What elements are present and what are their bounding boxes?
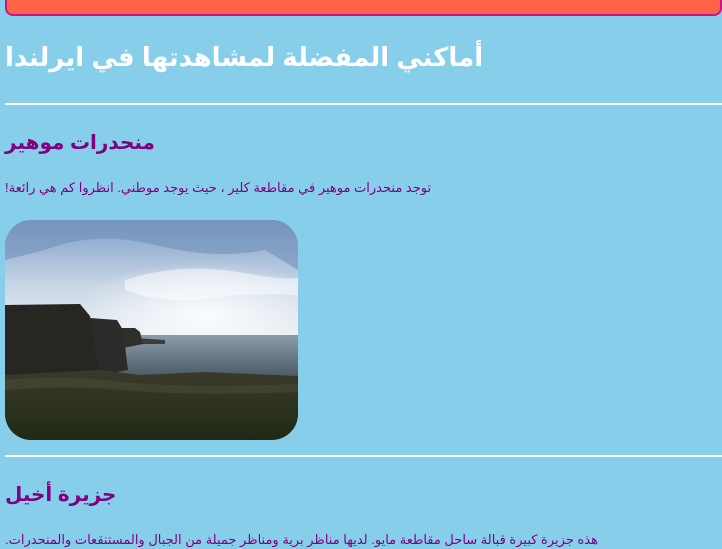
banner-text: أفضل الأماكن للسياحة في ايرلندا <box>197 0 373 12</box>
section-text-achill-island: هذه جزيرة كبيرة قبالة ساحل مقاطعة مايو. … <box>5 532 598 547</box>
title-divider <box>5 103 722 105</box>
page-title: أماكني المفضلة لمشاهدتها في ايرلندا <box>5 42 484 72</box>
section-text-cliffs-of-moher: توجد منحدرات موهير في مقاطعة كلير ، حيث … <box>5 180 432 195</box>
top-banner: أفضل الأماكن للسياحة في ايرلندا <box>5 0 722 16</box>
section-heading-achill-island: جزيرة أخيل <box>5 484 117 506</box>
cliffs-of-moher-photo <box>5 220 298 440</box>
section-divider <box>5 455 722 457</box>
section-heading-cliffs-of-moher: منحدرات موهير <box>5 132 155 154</box>
